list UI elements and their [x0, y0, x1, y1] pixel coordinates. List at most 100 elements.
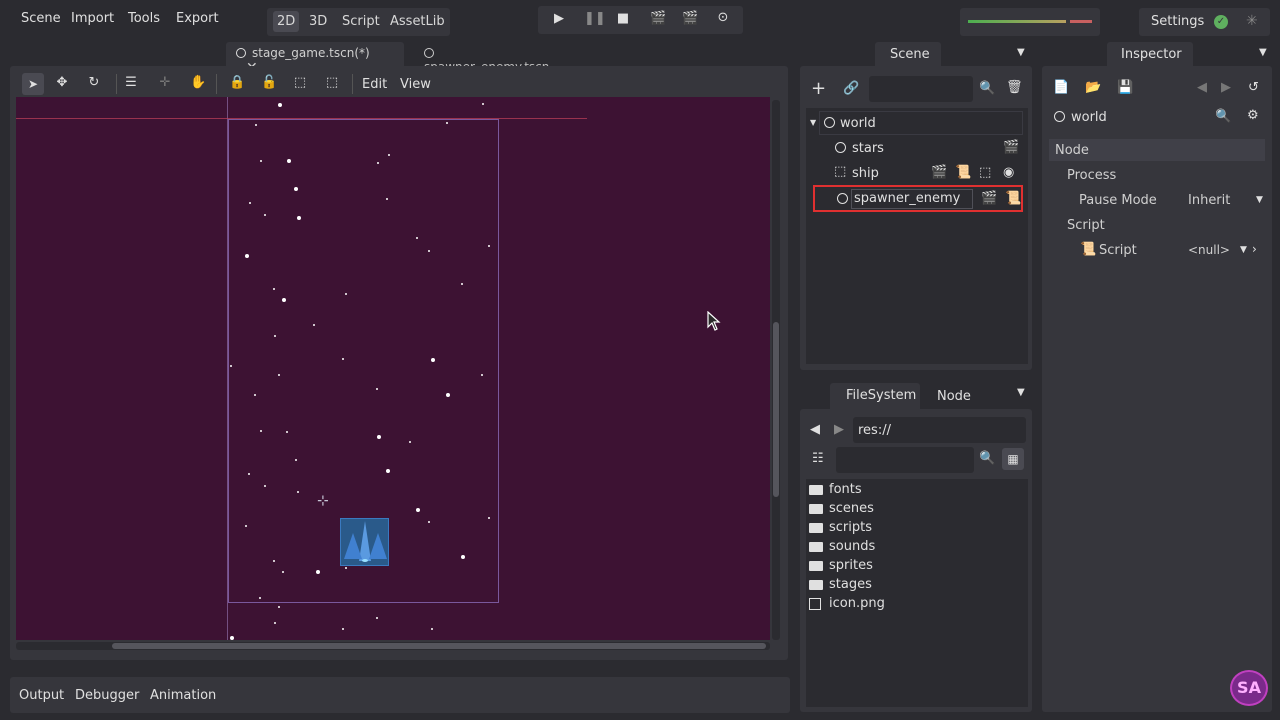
filesystem-tab-label[interactable]: FileSystem [846, 388, 916, 403]
nav-forward-icon[interactable]: ▶ [834, 423, 844, 436]
open-resource-icon[interactable]: 📂 [1085, 81, 1101, 94]
mode-3d-button[interactable]: 3D [309, 14, 327, 29]
dock-menu-icon[interactable]: ▼ [1259, 47, 1267, 58]
debug-options-icon[interactable]: ⊙ [716, 11, 730, 24]
view-menu[interactable]: View [400, 77, 431, 92]
node-tab-label[interactable]: Node [937, 389, 971, 404]
tree-toggle-icon[interactable]: ☷ [812, 452, 824, 465]
horizontal-scrollbar-thumb[interactable] [112, 643, 766, 649]
gear-icon[interactable]: ⚙ [1247, 109, 1259, 122]
star-dot [255, 124, 257, 126]
inspector-title: Inspector [1121, 47, 1182, 62]
pause-mode-dropdown[interactable]: Inherit ▼ [1184, 189, 1266, 211]
play-custom-scene-icon[interactable]: 🎬 [682, 12, 698, 25]
save-resource-icon[interactable]: 💾 [1117, 81, 1133, 94]
select-tool-icon[interactable]: ➤ [22, 73, 44, 95]
star-dot [481, 374, 483, 376]
group-icon[interactable]: ⬚ [979, 166, 991, 179]
dropdown-arrow-icon[interactable]: ▼ [1240, 245, 1247, 255]
tree-row-spawner-enemy[interactable]: spawner_enemy 🎬 📜 [813, 185, 1023, 212]
history-forward-icon[interactable]: ▶ [1221, 81, 1231, 94]
tree-row-world[interactable]: world [819, 111, 1023, 135]
file-item-sprites[interactable]: sprites [809, 558, 873, 577]
pan-tool-icon[interactable]: ✋ [190, 76, 206, 89]
animation-tab[interactable]: Animation [150, 688, 216, 703]
output-tab[interactable]: Output [19, 688, 64, 703]
nav-back-icon[interactable]: ◀ [810, 423, 820, 436]
instance-link-icon[interactable]: 🔗 [843, 82, 859, 95]
chevron-right-icon[interactable]: › [1252, 242, 1257, 256]
mouse-cursor-icon [707, 311, 721, 331]
file-item-icon-png[interactable]: icon.png [809, 596, 885, 615]
dock-menu-icon[interactable]: ▼ [1017, 387, 1025, 398]
new-resource-icon[interactable]: 📄 [1053, 81, 1069, 94]
play-icon[interactable]: ▶ [552, 12, 566, 25]
settings-button[interactable]: Settings [1151, 14, 1204, 29]
list-select-icon[interactable]: ☰ [124, 76, 138, 89]
tree-row-ship[interactable]: ⬚ ship 🎬 📜 ⬚ ◉ [831, 162, 1021, 184]
vertical-scrollbar-thumb[interactable] [773, 322, 779, 497]
dropdown-arrow-icon: ▼ [1256, 195, 1263, 205]
star-dot [377, 162, 379, 164]
file-item-stages[interactable]: stages [809, 577, 872, 596]
visibility-eye-icon[interactable]: ◉ [1003, 166, 1014, 179]
ship-sprite[interactable] [340, 518, 389, 566]
tree-row-stars[interactable]: stars 🎬 [831, 137, 1021, 159]
search-icon[interactable]: 🔍 [979, 452, 995, 465]
group-icon[interactable]: ⬚ [293, 76, 307, 89]
menu-export[interactable]: Export [176, 11, 219, 26]
mode-assetlib-button[interactable]: AssetLib [390, 14, 445, 29]
grid-view-icon[interactable]: ▦ [1002, 448, 1024, 470]
script-resource-picker[interactable]: <null> ▼ › [1184, 239, 1266, 261]
file-item-scenes[interactable]: scenes [809, 501, 874, 520]
stop-icon[interactable]: ■ [616, 12, 630, 25]
star-dot [461, 555, 465, 559]
script-icon[interactable]: 📜 [1005, 192, 1021, 205]
pause-icon[interactable]: ❚❚ [584, 12, 606, 25]
mode-2d-button[interactable]: 2D [273, 11, 300, 32]
file-item-scripts[interactable]: scripts [809, 520, 872, 539]
node-circle-icon [424, 48, 434, 58]
instance-scene-icon[interactable]: 🎬 [1003, 141, 1019, 154]
file-item-sounds[interactable]: sounds [809, 539, 875, 558]
file-filter-input[interactable] [836, 447, 974, 473]
debugger-tab[interactable]: Debugger [75, 688, 139, 703]
unlock-icon[interactable]: 🔓 [261, 76, 277, 89]
star-dot [287, 159, 291, 163]
scene-filter-input[interactable] [869, 76, 973, 102]
instance-scene-icon[interactable]: 🎬 [981, 192, 997, 205]
delete-node-icon[interactable]: 🗑 [1006, 81, 1023, 94]
menu-tools[interactable]: Tools [128, 11, 160, 26]
collapse-arrow-icon[interactable]: ▼ [810, 118, 816, 127]
section-process[interactable]: Process [1067, 168, 1116, 183]
ungroup-icon[interactable]: ⬚ [325, 76, 339, 89]
history-icon[interactable]: ↺ [1248, 81, 1259, 94]
search-icon[interactable]: 🔍 [979, 82, 995, 95]
file-item-fonts[interactable]: fonts [809, 482, 862, 501]
lock-icon[interactable]: 🔒 [229, 76, 245, 89]
toolbar-divider [216, 74, 217, 94]
edit-menu[interactable]: Edit [362, 77, 387, 92]
path-field[interactable]: res:// [853, 417, 1026, 443]
tab-stage-game[interactable]: stage_game.tscn(*) ✕ [226, 42, 404, 76]
search-icon[interactable]: 🔍 [1215, 110, 1231, 123]
tab-stage-game-label: stage_game.tscn(*) [252, 46, 370, 60]
horizontal-scrollbar-track [16, 642, 770, 650]
dock-menu-icon[interactable]: ▼ [1017, 47, 1025, 58]
history-back-icon[interactable]: ◀ [1197, 81, 1207, 94]
menu-scene[interactable]: Scene [21, 11, 61, 26]
add-node-icon[interactable]: + [811, 80, 826, 98]
play-scene-icon[interactable]: 🎬 [650, 12, 666, 25]
tab-spawner-enemy[interactable]: spawner_enemy.tscn [414, 42, 574, 74]
section-script[interactable]: Script [1067, 218, 1105, 233]
rename-node-input[interactable]: spawner_enemy [851, 189, 973, 209]
pivot-tool-icon[interactable]: ✛ [158, 76, 172, 89]
script-icon[interactable]: 📜 [955, 166, 971, 179]
move-tool-icon[interactable]: ✥ [55, 76, 69, 89]
instance-scene-icon[interactable]: 🎬 [931, 166, 947, 179]
rotate-tool-icon[interactable]: ↻ [87, 76, 101, 89]
mode-script-button[interactable]: Script [342, 14, 380, 29]
2d-canvas[interactable]: ⊹ [16, 97, 770, 640]
star-dot [488, 245, 490, 247]
menu-import[interactable]: Import [71, 11, 114, 26]
